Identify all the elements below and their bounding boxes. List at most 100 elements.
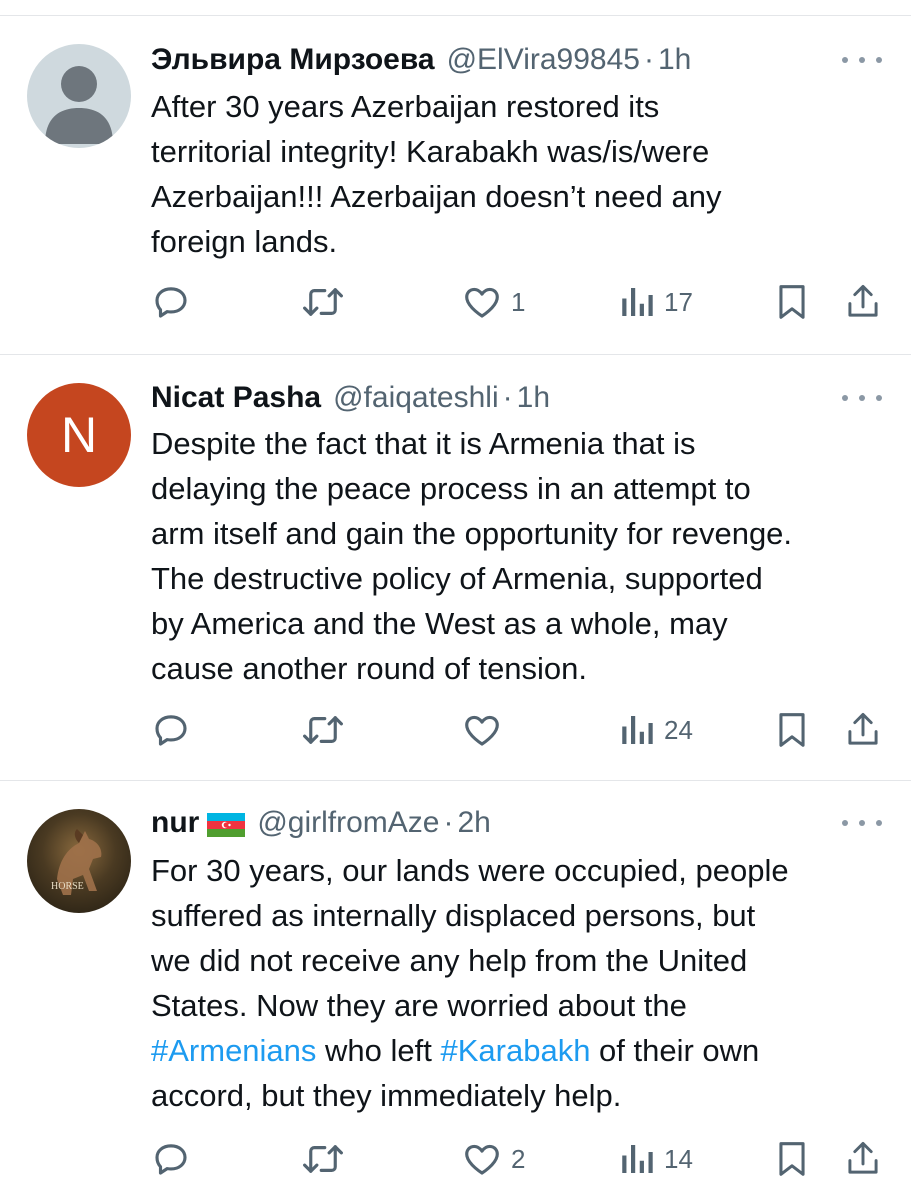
tweet-text-line: Despite the fact that it is Armenia that… [151,421,891,466]
tweet-text-line: arm itself and gain the opportunity for … [151,511,891,556]
avatar-letter: N [60,407,98,463]
tweet[interactable]: N Nicat Pasha @faiqateshli · 1h Despite … [0,355,911,780]
text-segment: accord, but they immediately help. [151,1078,622,1113]
reply-icon [150,709,192,751]
reply-icon [150,1138,192,1180]
repost-button[interactable] [300,280,354,324]
display-name[interactable]: Nicat Pasha [151,381,321,415]
bookmark-button[interactable] [775,1137,809,1181]
views-icon [620,709,656,751]
text-segment: by America and the West as a whole, may [151,606,728,641]
views-count: 24 [664,714,693,745]
text-segment: we did not receive any help from the Uni… [151,943,748,978]
share-button[interactable] [845,280,881,324]
tweet-text-line: foreign lands. [151,219,891,264]
like-count: 2 [511,1143,526,1174]
timestamp[interactable]: 1h [517,381,550,415]
text-segment: Azerbaijan!!! Azerbaijan doesn’t need an… [151,179,722,214]
tweet-text-line: After 30 years Azerbaijan restored its [151,84,891,129]
repost-icon [300,709,346,751]
views-button[interactable]: 24 [620,708,693,752]
text-segment: States. Now they are worried about the [151,988,687,1023]
text-segment: Despite the fact that it is Armenia that… [151,426,696,461]
tweet-text-line: accord, but they immediately help. [151,1073,891,1118]
tweet-text: After 30 years Azerbaijan restored its te… [151,84,891,264]
bookmark-icon [775,1138,809,1180]
bookmark-button[interactable] [775,280,809,324]
views-count: 14 [664,1143,693,1174]
text-segment: arm itself and gain the opportunity for … [151,516,793,551]
user-handle[interactable]: @girlfromAze [257,806,439,840]
share-icon [845,281,881,323]
tweet-text-line: For 30 years, our lands were occupied, p… [151,848,891,893]
reply-button[interactable] [150,280,200,324]
user-handle[interactable]: @ElVira99845 [447,43,640,77]
views-count: 17 [664,286,693,317]
text-segment: For 30 years, our lands were occupied, p… [151,853,789,888]
bookmark-icon [775,709,809,751]
text-segment: of their own [590,1033,760,1068]
display-name[interactable]: Эльвира Мирзоева [151,43,435,77]
tweet-text-line: by America and the West as a whole, may [151,601,891,646]
tweet-text-line: States. Now they are worried about the [151,983,891,1028]
heart-icon [461,709,503,751]
repost-icon [300,1138,346,1180]
like-button[interactable] [461,708,511,752]
text-segment: territorial integrity! Karabakh was/is/w… [151,134,710,169]
text-segment: The destructive policy of Armenia, suppo… [151,561,763,596]
action-bar: 2 14 [0,1137,911,1181]
share-button[interactable] [845,708,881,752]
more-icon[interactable] [842,50,882,70]
text-segment: cause another round of tension. [151,651,588,686]
tweet-text: Despite the fact that it is Armenia that… [151,421,891,691]
azerbaijan-flag-icon [207,811,246,837]
views-icon [620,281,656,323]
more-icon[interactable] [842,813,882,833]
like-button[interactable]: 2 [461,1137,525,1181]
tweet-header: nur @girlfromAze · 2h [151,803,491,843]
avatar-caption: HORSE [51,881,84,892]
bookmark-icon [775,281,809,323]
horse-photo-icon: HORSE [51,829,102,895]
reply-button[interactable] [150,1137,200,1181]
hashtag-link[interactable]: #Karabakh [440,1033,590,1068]
tweet-text-line: #Armenians who left #Karabakh of their o… [151,1028,891,1073]
more-icon[interactable] [842,388,882,408]
heart-icon [461,281,503,323]
default-avatar-icon [45,66,113,144]
avatar[interactable] [27,44,131,148]
repost-button[interactable] [300,1137,354,1181]
tweet-text: For 30 years, our lands were occupied, p… [151,848,891,1118]
views-button[interactable]: 14 [620,1137,693,1181]
timestamp[interactable]: 1h [658,43,691,77]
bookmark-button[interactable] [775,708,809,752]
display-name[interactable]: nur [151,806,199,840]
tweet-text-line: delaying the peace process in an attempt… [151,466,891,511]
hashtag-link[interactable]: #Armenians [151,1033,316,1068]
reply-icon [150,281,192,323]
separator: · [443,806,454,839]
share-icon [845,709,881,751]
avatar[interactable]: HORSE [27,809,131,913]
text-segment: delaying the peace process in an attempt… [151,471,751,506]
user-handle[interactable]: @faiqateshli [333,381,499,415]
text-segment: who left [316,1033,441,1068]
tweet[interactable]: Эльвира Мирзоева @ElVira99845 · 1h After… [0,0,911,355]
repost-button[interactable] [300,708,354,752]
share-icon [845,1138,881,1180]
avatar[interactable]: N [27,383,131,487]
heart-icon [461,1138,503,1180]
like-button[interactable]: 1 [461,280,525,324]
tweet[interactable]: HORSE nur @girlfromAze · 2h For 30 years… [0,781,911,1200]
share-button[interactable] [845,1137,881,1181]
separator: · [502,381,513,414]
text-segment: suffered as internally displaced persons… [151,898,756,933]
reply-button[interactable] [150,708,200,752]
repost-icon [300,281,346,323]
views-button[interactable]: 17 [620,280,693,324]
timestamp[interactable]: 2h [457,806,490,840]
tweet-text-line: suffered as internally displaced persons… [151,893,891,938]
tweet-header: Nicat Pasha @faiqateshli · 1h [151,378,550,418]
tweet-text-line: we did not receive any help from the Uni… [151,938,891,983]
text-segment: After 30 years Azerbaijan restored its [151,89,660,124]
